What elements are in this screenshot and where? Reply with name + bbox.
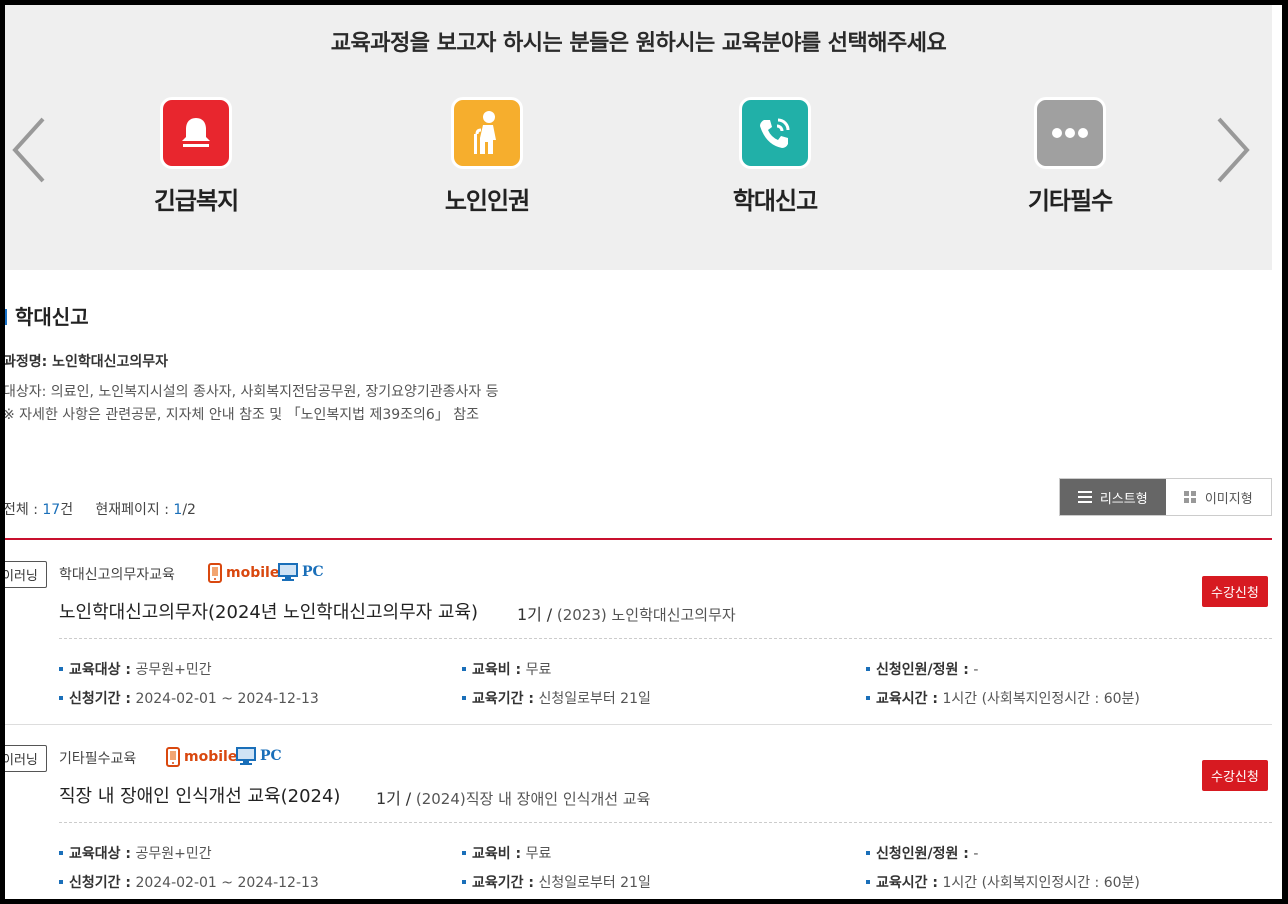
course-term: 1기 / (2024)직장 내 장애인 인식개선 교육	[376, 785, 650, 809]
term-separator: /	[405, 789, 412, 808]
monitor-icon	[236, 747, 256, 765]
field-hours: 교육시간 : 1시간 (사회복지인정시간 : 60분)	[866, 872, 1140, 892]
total-label: 전체 :	[5, 502, 43, 518]
monitor-icon	[278, 563, 298, 581]
image-view-label: 이미지형	[1204, 491, 1253, 507]
list-view-button[interactable]: 리스트형	[1060, 479, 1166, 515]
prev-arrow-icon[interactable]	[9, 115, 49, 185]
section-title: 학대신고	[5, 301, 89, 330]
field-edu-period: 교육기간 : 신청일로부터 21일	[462, 872, 651, 892]
field-apply-period: 신청기간 : 2024-02-01 ~ 2024-12-13	[59, 688, 319, 708]
elearning-tag: 이러닝	[5, 745, 47, 772]
elearning-tag: 이러닝	[5, 561, 47, 588]
field-hours: 교육시간 : 1시간 (사회복지인정시간 : 60분)	[866, 688, 1140, 708]
category-label: 기타필수	[1027, 187, 1113, 215]
category-label: 학대신고	[732, 187, 818, 215]
banner-title: 교육과정을 보고자 하시는 분들은 원하시는 교육분야를 선택해주세요	[330, 31, 947, 56]
note-info: ※ 자세한 사항은 관련공문, 지자체 안내 참조 및 「노인복지법 제39조의…	[5, 407, 480, 423]
page-frame: 교육과정을 보고자 하시는 분들은 원하시는 교육분야를 선택해주세요 긴급복지…	[5, 5, 1282, 899]
elderly-person-icon	[451, 97, 523, 169]
category-abuse-report[interactable]: 학대신고	[675, 97, 875, 216]
phone-call-icon	[739, 97, 811, 169]
field-target: 교육대상 : 공무원+민간	[59, 659, 212, 679]
page-label: 현재페이지 :	[95, 502, 174, 518]
list-view-label: 리스트형	[1099, 491, 1148, 507]
field-edu-period: 교육기간 : 신청일로부터 21일	[462, 688, 651, 708]
result-summary: 전체 : 17건 현재페이지 : 1/2	[5, 499, 196, 519]
mobile-label: mobile	[226, 565, 280, 581]
term-separator: /	[546, 605, 553, 624]
dashed-divider	[59, 822, 1272, 823]
total-count: 17	[42, 502, 61, 518]
course-item: 이러닝 학대신고의무자교육 mobile PC 수강신청 노인학대신고의무자(2…	[5, 540, 1272, 725]
apply-button[interactable]: 수강신청	[1202, 576, 1268, 607]
term-name: (2024)직장 내 장애인 인식개선 교육	[415, 790, 651, 808]
pc-label: PC	[260, 748, 282, 764]
mobile-phone-icon	[208, 563, 222, 583]
mobile-badge: mobile	[166, 747, 237, 767]
mobile-phone-icon	[166, 747, 180, 767]
dashed-divider	[59, 638, 1272, 639]
pc-badge: PC	[278, 563, 324, 581]
course-name: 과정명: 노인학대신고의무자	[5, 354, 169, 370]
bell-icon	[160, 97, 232, 169]
term-number: 1기	[517, 605, 542, 624]
section-title-text: 학대신고	[15, 305, 89, 329]
field-quota: 신청인원/정원 : -	[866, 659, 978, 679]
pc-label: PC	[302, 564, 324, 580]
page-current: 1	[173, 502, 183, 518]
category-label: 긴급복지	[153, 187, 239, 215]
field-target: 교육대상 : 공무원+민간	[59, 843, 212, 863]
term-name: (2023) 노인학대신고의무자	[556, 606, 736, 624]
apply-button[interactable]: 수강신청	[1202, 760, 1268, 791]
term-number: 1기	[376, 789, 401, 808]
course-category: 학대신고의무자교육	[59, 567, 175, 583]
grid-icon	[1183, 490, 1196, 503]
course-item: 이러닝 기타필수교육 mobile PC 수강신청 직장 내 장애인 인식개선 …	[5, 724, 1272, 899]
list-icon	[1077, 491, 1092, 503]
total-unit: 건	[60, 502, 74, 518]
mobile-badge: mobile	[208, 563, 279, 583]
field-fee: 교육비 : 무료	[462, 843, 551, 863]
field-apply-period: 신청기간 : 2024-02-01 ~ 2024-12-13	[59, 872, 319, 892]
field-fee: 교육비 : 무료	[462, 659, 551, 679]
view-toggle: 리스트형 이미지형	[1059, 478, 1272, 516]
section-marker	[5, 309, 7, 325]
pc-badge: PC	[236, 747, 282, 765]
course-category: 기타필수교육	[59, 751, 137, 767]
category-elder-rights[interactable]: 노인인권	[387, 97, 587, 216]
image-view-button[interactable]: 이미지형	[1165, 479, 1271, 515]
field-quota: 신청인원/정원 : -	[866, 843, 978, 863]
course-title-link[interactable]: 직장 내 장애인 인식개선 교육(2024)	[59, 782, 340, 808]
course-term: 1기 / (2023) 노인학대신고의무자	[517, 601, 736, 625]
page-total: /2	[182, 502, 196, 518]
category-banner: 교육과정을 보고자 하시는 분들은 원하시는 교육분야를 선택해주세요 긴급복지…	[5, 5, 1272, 270]
category-label: 노인인권	[444, 187, 530, 215]
course-title-link[interactable]: 노인학대신고의무자(2024년 노인학대신고의무자 교육)	[59, 598, 478, 624]
mobile-label: mobile	[184, 749, 238, 765]
target-info: 대상자: 의료인, 노인복지시설의 종사자, 사회복지전담공무원, 장기요양기관…	[5, 384, 499, 400]
category-other-required[interactable]: 기타필수	[970, 97, 1170, 216]
category-emergency-welfare[interactable]: 긴급복지	[96, 97, 296, 216]
more-dots-icon	[1034, 97, 1106, 169]
next-arrow-icon[interactable]	[1213, 115, 1253, 185]
